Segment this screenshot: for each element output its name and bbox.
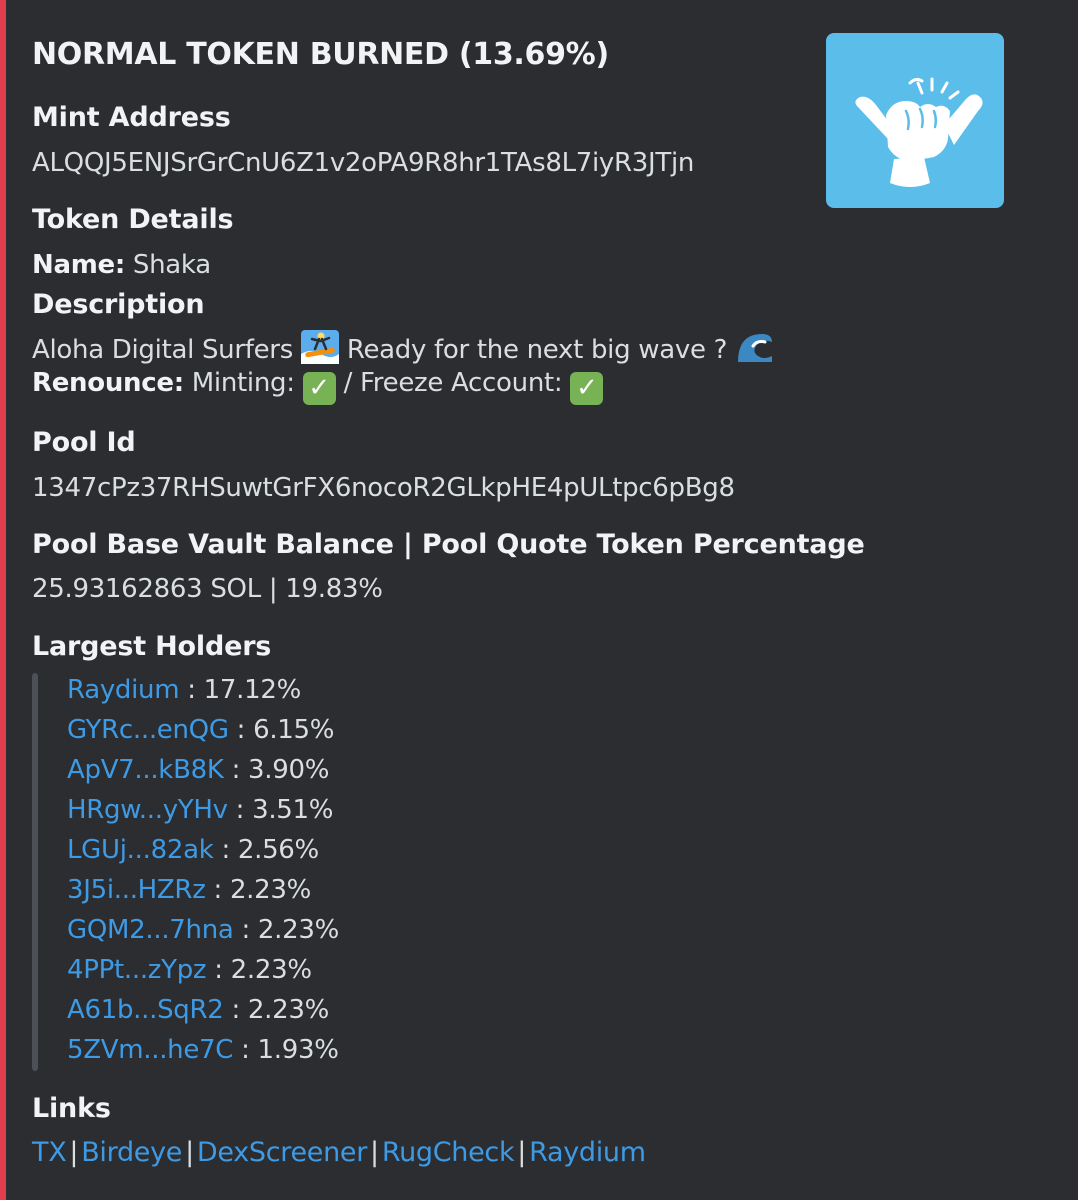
renounce-label: Renounce: [32, 368, 184, 398]
holder-link[interactable]: 5ZVm...he7C [67, 1035, 233, 1065]
links-row: TX | Birdeye | DexScreener | RugCheck | Raydium [32, 1137, 646, 1168]
renounce-row: Renounce: Minting: ✓ / Freeze Account: ✓ [32, 368, 604, 405]
holder-row: Raydium : 17.12% [67, 675, 301, 705]
holder-percent: : 2.23% [231, 995, 329, 1025]
holder-row: 4PPt...zYpz : 2.23% [67, 955, 312, 985]
birdeye-link[interactable]: Birdeye [81, 1137, 182, 1168]
holder-link[interactable]: GQM2...7hna [67, 915, 234, 945]
freeze-account-label: Freeze Account: [360, 368, 563, 398]
holder-link[interactable]: GYRc...enQG [67, 715, 229, 745]
holder-link[interactable]: 4PPt...zYpz [67, 955, 207, 985]
link-separator: | [69, 1137, 79, 1168]
dexscreener-link[interactable]: DexScreener [197, 1137, 367, 1168]
holder-percent: : 6.15% [236, 715, 335, 745]
holder-link[interactable]: A61b...SqR2 [67, 995, 224, 1025]
holder-row: HRgw...yYHv : 3.51% [67, 795, 334, 825]
links-label: Links [32, 1093, 111, 1124]
holder-row: ApV7...kB8K : 3.90% [67, 755, 329, 785]
tx-link[interactable]: TX [32, 1137, 67, 1168]
holder-link[interactable]: ApV7...kB8K [67, 755, 224, 785]
quote-bar [32, 673, 38, 1071]
pool-balance-value: 25.93162863 SOL | 19.83% [32, 574, 383, 604]
holder-link[interactable]: 3J5i...HZRz [67, 875, 206, 905]
token-name-label: Name: [32, 250, 125, 280]
token-name-row: Name: Shaka [32, 250, 211, 280]
holder-link[interactable]: LGUj...82ak [67, 835, 214, 865]
minting-label: Minting: [191, 368, 295, 398]
wave-emoji-icon [738, 334, 773, 362]
embed-title: NORMAL TOKEN BURNED (13.69%) [32, 37, 609, 72]
holder-row: LGUj...82ak : 2.56% [67, 835, 319, 865]
pool-id-value[interactable]: 1347cPz37RHSuwtGrFX6nocoR2GLkpHE4pULtpc6… [32, 473, 735, 503]
renounce-separator: / [343, 368, 353, 398]
token-embed: NORMAL TOKEN BURNED (13.69%) Mint Addres… [0, 0, 1078, 1200]
holder-percent: : 2.23% [214, 955, 312, 985]
minting-check-icon: ✓ [302, 372, 336, 405]
description-text-part1: Aloha Digital Surfers [32, 335, 293, 365]
description-value: Aloha Digital Surfers Ready for the next… [32, 330, 773, 365]
description-text-part2: Ready for the next big wave ? [346, 335, 728, 365]
pool-id-label: Pool Id [32, 427, 136, 458]
token-thumbnail[interactable] [826, 33, 1004, 208]
embed-accent-bar [0, 0, 6, 1200]
holder-percent: : 2.56% [221, 835, 319, 865]
shaka-hand-icon [855, 77, 983, 187]
rugcheck-link[interactable]: RugCheck [382, 1137, 515, 1168]
link-separator: | [185, 1137, 194, 1168]
surfer-emoji-icon [300, 330, 339, 364]
description-label: Description [32, 289, 205, 320]
holder-link[interactable]: HRgw...yYHv [67, 795, 228, 825]
holder-row: A61b...SqR2 : 2.23% [67, 995, 329, 1025]
holder-percent: : 1.93% [241, 1035, 339, 1065]
holder-percent: : 3.51% [235, 795, 334, 825]
mint-address-value[interactable]: ALQQJ5ENJSrGrCnU6Z1v2oPA9R8hr1TAs8L7iyR3… [32, 148, 694, 178]
link-separator: | [370, 1137, 379, 1168]
link-separator: | [517, 1137, 527, 1168]
holder-row: GYRc...enQG : 6.15% [67, 715, 334, 745]
holder-percent: : 3.90% [231, 755, 330, 785]
holder-percent: : 2.23% [241, 915, 340, 945]
holder-link[interactable]: Raydium [67, 675, 180, 705]
token-details-label: Token Details [32, 204, 234, 235]
freeze-check-icon: ✓ [570, 372, 604, 405]
mint-address-label: Mint Address [32, 102, 231, 133]
holder-row: 3J5i...HZRz : 2.23% [67, 875, 311, 905]
holder-row: GQM2...7hna : 2.23% [67, 915, 339, 945]
pool-balance-label: Pool Base Vault Balance | Pool Quote Tok… [32, 529, 865, 560]
holder-row: 5ZVm...he7C : 1.93% [67, 1035, 339, 1065]
raydium-link[interactable]: Raydium [529, 1137, 646, 1168]
largest-holders-label: Largest Holders [32, 631, 272, 662]
holder-percent: : 17.12% [187, 675, 301, 705]
holder-percent: : 2.23% [213, 875, 312, 905]
token-name-value: Shaka [132, 250, 211, 280]
